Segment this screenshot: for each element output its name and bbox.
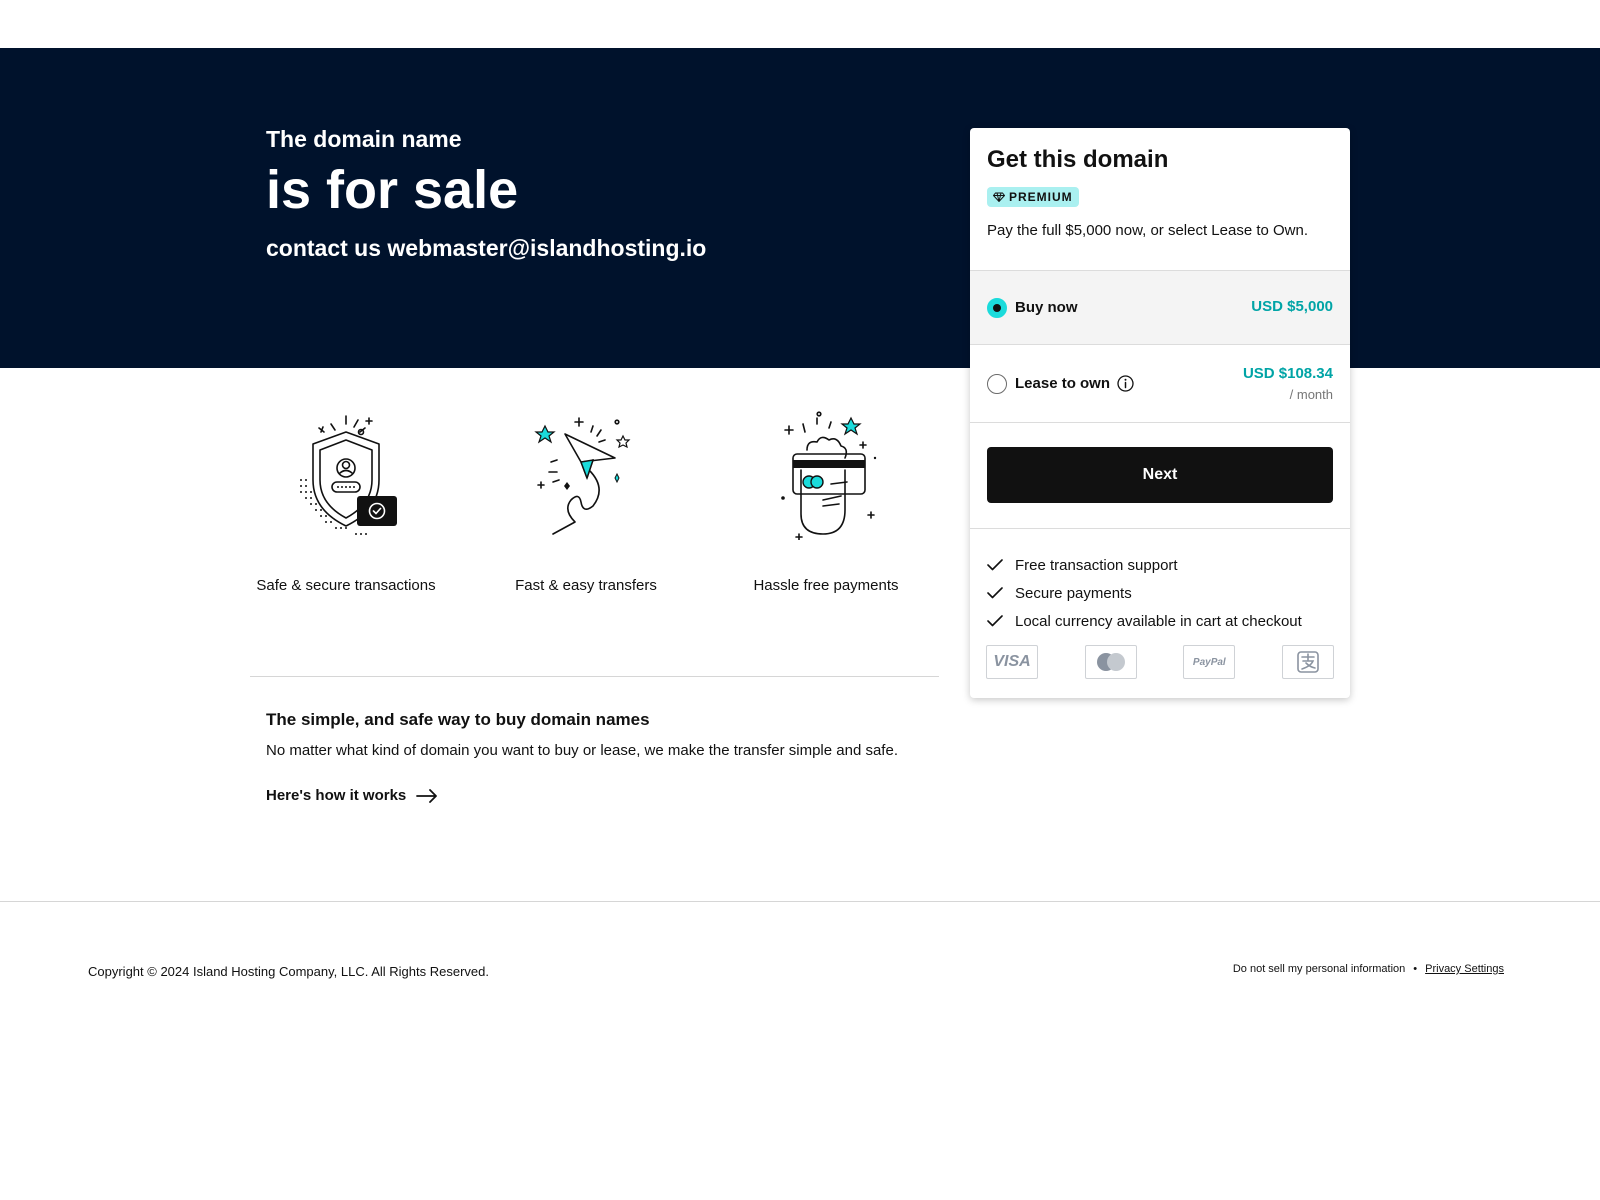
purchase-card: Get this domain PREMIUM Pay the full $5,… bbox=[970, 128, 1350, 698]
check-icon bbox=[987, 559, 1007, 571]
copyright-text: Copyright © 2024 Island Hosting Company,… bbox=[88, 964, 489, 979]
info-section: The simple, and safe way to buy domain n… bbox=[266, 710, 906, 805]
lease-radio[interactable] bbox=[987, 373, 1007, 394]
lease-period: / month bbox=[1289, 387, 1333, 402]
arrow-right-icon bbox=[416, 788, 438, 803]
card-description: Pay the full $5,000 now, or select Lease… bbox=[987, 222, 1309, 239]
how-it-works-label: Here's how it works bbox=[266, 787, 407, 804]
info-icon[interactable] bbox=[1117, 375, 1134, 392]
privacy-settings-link[interactable]: Privacy Settings bbox=[1425, 963, 1504, 975]
benefit-label: Free transaction support bbox=[1015, 556, 1178, 574]
badge-label: PREMIUM bbox=[1009, 190, 1073, 204]
features-section: Safe & secure transactions Fast & easy t… bbox=[250, 410, 940, 630]
hero-text: The domain name is for sale contact us w… bbox=[266, 126, 706, 262]
alipay-icon bbox=[1281, 645, 1334, 679]
check-icon bbox=[987, 615, 1007, 627]
diamond-icon bbox=[993, 192, 1005, 202]
card-hand-icon bbox=[781, 411, 877, 540]
info-text: No matter what kind of domain you want t… bbox=[266, 742, 898, 759]
footer-links: Do not sell my personal information • Pr… bbox=[1233, 963, 1504, 975]
benefit-label: Local currency available in cart at chec… bbox=[1015, 612, 1302, 630]
footer-separator: • bbox=[1413, 963, 1418, 975]
option-buy-now[interactable]: Buy now USD $5,000 bbox=[970, 270, 1350, 344]
payment-methods: VISA PayPal bbox=[970, 635, 1350, 679]
premium-badge: PREMIUM bbox=[987, 187, 1079, 207]
feature-label: Hassle free payments bbox=[753, 577, 899, 594]
hero-title: is for sale bbox=[266, 160, 519, 220]
shield-icon bbox=[300, 415, 397, 535]
feature-payments: Hassle free payments bbox=[736, 410, 916, 598]
benefits-list: Free transaction support Secure payments… bbox=[970, 528, 1350, 635]
feature-safe: Safe & secure transactions bbox=[256, 410, 436, 598]
feature-label: Fast & easy transfers bbox=[515, 577, 657, 594]
mastercard-icon bbox=[1084, 645, 1137, 679]
option-label: Buy now bbox=[1015, 299, 1078, 316]
hero-banner bbox=[0, 48, 1600, 368]
buy-now-radio[interactable] bbox=[987, 297, 1007, 318]
benefit-item: Local currency available in cart at chec… bbox=[987, 607, 1333, 635]
lease-price-block: USD $108.34 / month bbox=[1243, 365, 1333, 402]
hero-subtitle: The domain name bbox=[266, 126, 462, 152]
option-label: Lease to own bbox=[1015, 375, 1111, 392]
do-not-sell-link[interactable]: Do not sell my personal information bbox=[1233, 963, 1405, 975]
next-wrap: Next bbox=[970, 422, 1350, 528]
section-divider bbox=[250, 676, 939, 677]
option-lease-to-own[interactable]: Lease to own USD $108.34 / month bbox=[970, 344, 1350, 422]
card-header: Get this domain PREMIUM Pay the full $5,… bbox=[970, 128, 1350, 270]
next-button[interactable]: Next bbox=[987, 447, 1333, 503]
footer-divider bbox=[0, 901, 1600, 902]
info-title: The simple, and safe way to buy domain n… bbox=[266, 710, 650, 729]
benefit-item: Free transaction support bbox=[987, 551, 1333, 579]
benefit-item: Secure payments bbox=[987, 579, 1333, 607]
paper-plane-icon bbox=[534, 417, 631, 535]
how-it-works-link[interactable]: Here's how it works bbox=[266, 787, 438, 804]
lease-price: USD $108.34 bbox=[1242, 365, 1333, 382]
feature-fast: Fast & easy transfers bbox=[496, 410, 676, 598]
visa-text: VISA bbox=[993, 653, 1031, 670]
check-icon bbox=[987, 587, 1007, 599]
paypal-icon: PayPal bbox=[1183, 645, 1236, 679]
visa-icon: VISA bbox=[986, 645, 1038, 679]
buy-now-price: USD $5,000 bbox=[1251, 298, 1333, 315]
feature-label: Safe & secure transactions bbox=[256, 577, 436, 594]
benefit-label: Secure payments bbox=[1015, 584, 1132, 602]
hero-contact: contact us webmaster@islandhosting.io bbox=[266, 235, 707, 261]
card-title: Get this domain bbox=[987, 146, 1169, 173]
paypal-text: PayPal bbox=[1192, 656, 1226, 668]
